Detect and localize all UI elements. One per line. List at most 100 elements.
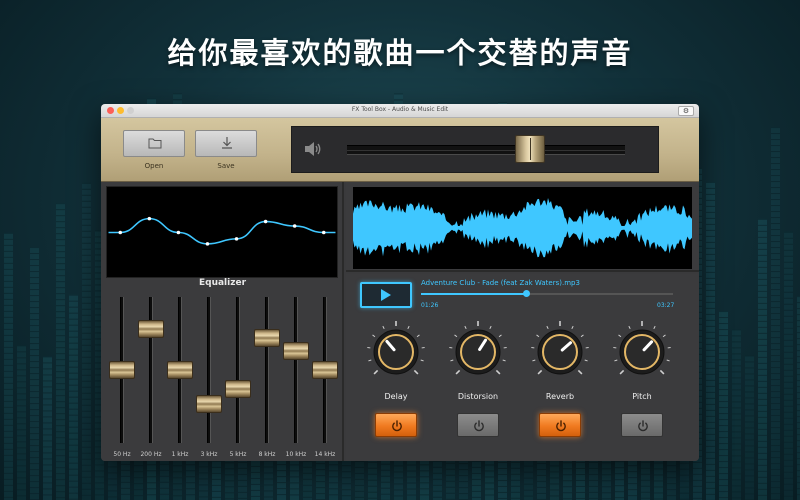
effect-knob[interactable] bbox=[364, 320, 428, 384]
background-bar-segment bbox=[4, 370, 13, 372]
eq-slider-track[interactable] bbox=[207, 297, 211, 443]
background-bar-segment bbox=[641, 461, 650, 463]
background-bar-segment bbox=[82, 194, 91, 196]
background-bar-segment bbox=[4, 304, 13, 306]
background-bar-segment bbox=[17, 471, 26, 473]
background-bar-segment bbox=[732, 491, 741, 493]
background-bar-segment bbox=[732, 377, 741, 379]
background-bar-segment bbox=[641, 479, 650, 481]
background-bar-segment bbox=[511, 491, 520, 493]
background-bar-segment bbox=[771, 235, 780, 237]
background-bar-segment bbox=[56, 347, 65, 349]
background-bar-segment bbox=[69, 468, 78, 470]
background-bar-segment bbox=[290, 476, 299, 478]
background-bar-segment bbox=[524, 477, 533, 479]
play-button[interactable] bbox=[360, 282, 412, 308]
background-bar-segment bbox=[615, 491, 624, 493]
eq-slider-thumb[interactable] bbox=[283, 342, 309, 361]
background-bar-segment bbox=[69, 384, 78, 386]
eq-slider-thumb[interactable] bbox=[254, 328, 280, 347]
background-bar-segment bbox=[771, 319, 780, 321]
background-bar-segment bbox=[56, 377, 65, 379]
background-bar-segment bbox=[563, 468, 572, 470]
background-bar-segment bbox=[732, 431, 741, 433]
playback-progress-bar[interactable] bbox=[421, 290, 673, 297]
background-bar-segment bbox=[524, 483, 533, 485]
background-bar-segment bbox=[654, 480, 663, 482]
background-bar-segment bbox=[56, 263, 65, 265]
background-bar-segment bbox=[706, 397, 715, 399]
background-bar-segment bbox=[4, 454, 13, 456]
open-button[interactable] bbox=[123, 130, 185, 157]
background-bar-segment bbox=[459, 463, 468, 465]
background-bar-segment bbox=[95, 470, 104, 472]
background-bar-segment bbox=[355, 484, 364, 486]
eq-slider-thumb[interactable] bbox=[312, 361, 338, 379]
background-bar-segment bbox=[43, 464, 52, 466]
effect-power-button[interactable] bbox=[375, 413, 417, 437]
effect-power-button[interactable] bbox=[457, 413, 499, 437]
background-bar-segment bbox=[56, 467, 65, 469]
eq-slider-track[interactable] bbox=[265, 297, 269, 443]
effect-knob[interactable] bbox=[610, 320, 674, 384]
background-bar-segment bbox=[56, 287, 65, 289]
background-bar-segment bbox=[420, 464, 429, 466]
background-bar-segment bbox=[745, 439, 754, 441]
effect-knob[interactable] bbox=[446, 320, 510, 384]
background-bar-segment bbox=[4, 442, 13, 444]
background-bar-segment bbox=[251, 471, 260, 473]
background-bar-segment bbox=[784, 261, 793, 263]
background-bar-segment bbox=[43, 404, 52, 406]
eq-slider-thumb[interactable] bbox=[109, 361, 135, 379]
background-bar-segment bbox=[784, 291, 793, 293]
background-bar-segment bbox=[771, 259, 780, 261]
background-bar-segment bbox=[524, 471, 533, 473]
background-bar-segment bbox=[537, 474, 546, 476]
background-bar-segment bbox=[706, 373, 715, 375]
effect-knob[interactable] bbox=[528, 320, 592, 384]
eq-slider-thumb[interactable] bbox=[196, 394, 222, 413]
knob-tick bbox=[614, 359, 618, 362]
background-bar-segment bbox=[303, 490, 312, 492]
background-bar-segment bbox=[667, 483, 676, 485]
background-bar-segment bbox=[277, 464, 286, 466]
effect-power-button[interactable] bbox=[539, 413, 581, 437]
volume-slider-thumb[interactable] bbox=[515, 135, 546, 163]
background-bar-segment bbox=[173, 465, 182, 467]
eq-slider-thumb[interactable] bbox=[138, 320, 164, 339]
background-bar-segment bbox=[719, 365, 728, 367]
save-button[interactable] bbox=[195, 130, 257, 157]
background-bar-segment bbox=[706, 193, 715, 195]
eq-slider-track[interactable] bbox=[149, 297, 153, 443]
eq-slider-track[interactable] bbox=[294, 297, 298, 443]
eq-slider-track[interactable] bbox=[236, 297, 240, 443]
background-bar-segment bbox=[732, 371, 741, 373]
background-bar-segment bbox=[264, 472, 273, 474]
eq-slider-thumb[interactable] bbox=[167, 361, 193, 379]
knob-tick bbox=[489, 325, 492, 330]
background-bar-segment bbox=[264, 496, 273, 498]
eq-slider-thumb[interactable] bbox=[225, 379, 251, 398]
background-bar-segment bbox=[758, 338, 767, 340]
knob-tick bbox=[546, 325, 549, 330]
background-bar-segment bbox=[706, 205, 715, 207]
background-bar-segment bbox=[771, 481, 780, 483]
background-bar-segment bbox=[459, 475, 468, 477]
progress-knob[interactable] bbox=[523, 290, 531, 297]
background-bar-segment bbox=[537, 462, 546, 464]
waveform-display[interactable] bbox=[353, 187, 692, 269]
volume-slider-track[interactable] bbox=[347, 145, 625, 155]
settings-button[interactable]: ⚙ bbox=[678, 106, 694, 116]
background-bar-segment bbox=[30, 301, 39, 303]
background-bar-segment bbox=[251, 477, 260, 479]
background-bar-segment bbox=[82, 338, 91, 340]
background-bar-segment bbox=[17, 447, 26, 449]
background-bar-segment bbox=[56, 317, 65, 319]
background-bar-segment bbox=[394, 489, 403, 491]
background-bar-segment bbox=[43, 362, 52, 364]
background-bar-segment bbox=[30, 325, 39, 327]
background-bar-segment bbox=[758, 302, 767, 304]
promo-headline: 给你最喜欢的歌曲一个交替的声音 bbox=[167, 36, 633, 70]
background-bar-segment bbox=[758, 398, 767, 400]
effect-power-button[interactable] bbox=[621, 413, 663, 437]
